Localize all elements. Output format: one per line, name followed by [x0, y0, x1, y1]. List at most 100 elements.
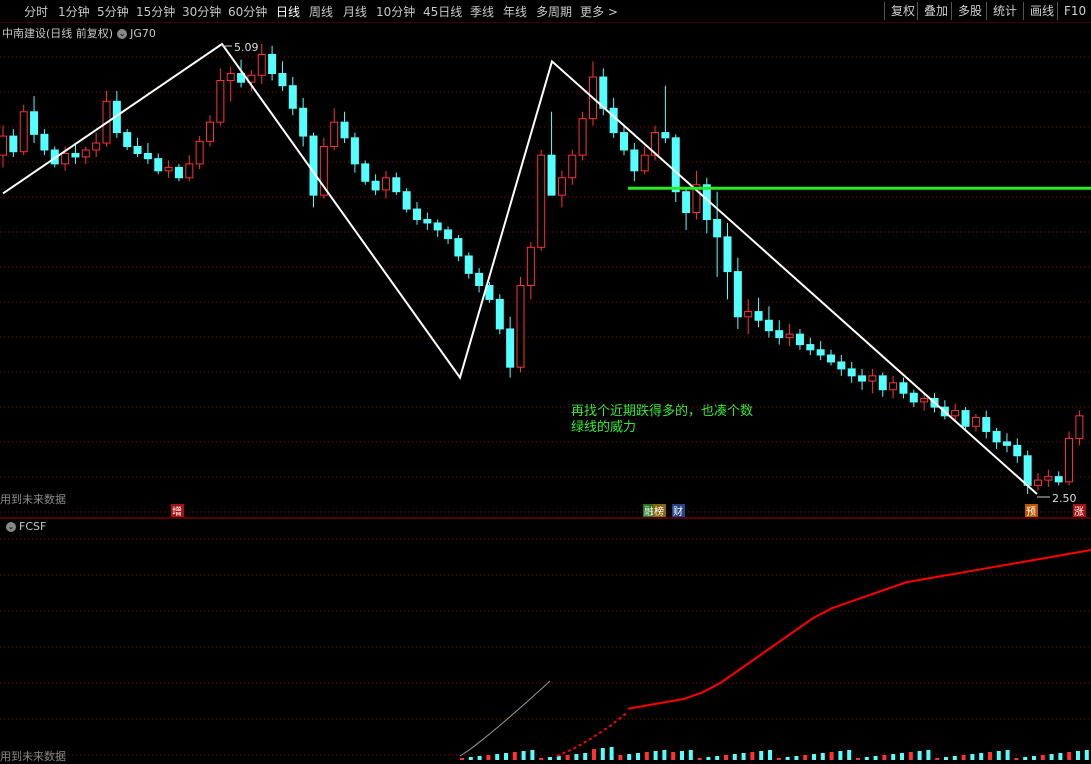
candle-body[interactable]	[1034, 479, 1042, 486]
candle-body[interactable]	[858, 375, 867, 382]
candle-body[interactable]	[81, 149, 90, 158]
candle-body[interactable]	[330, 121, 339, 148]
candle-body[interactable]	[423, 218, 432, 224]
candle-body[interactable]	[288, 85, 297, 109]
candle-body[interactable]	[174, 166, 183, 179]
candle-body[interactable]	[878, 375, 887, 391]
candle-body[interactable]	[9, 135, 18, 153]
candle-body[interactable]	[537, 154, 546, 248]
candle-body[interactable]	[464, 255, 473, 274]
candle-body[interactable]	[516, 285, 525, 368]
candle-body[interactable]	[1054, 476, 1063, 483]
candle-body[interactable]	[71, 152, 80, 158]
candle-body[interactable]	[526, 246, 535, 287]
candle-body[interactable]	[568, 154, 577, 179]
candle-body[interactable]	[982, 417, 991, 432]
candle-body[interactable]	[713, 218, 722, 238]
candle-body[interactable]	[1002, 441, 1011, 446]
candlestick-chart[interactable]: 5.09 2.50 增 融榜财 预 涨	[0, 0, 1091, 761]
candle-body[interactable]	[299, 107, 308, 137]
candle-body[interactable]	[402, 191, 411, 210]
candle-body[interactable]	[185, 163, 194, 179]
candle-body[interactable]	[226, 73, 235, 81]
candle-body[interactable]	[143, 152, 152, 160]
candle-body[interactable]	[806, 344, 815, 351]
candle-body[interactable]	[951, 410, 960, 417]
candle-body[interactable]	[775, 330, 784, 339]
candle-body[interactable]	[671, 137, 680, 193]
candle-body[interactable]	[723, 236, 732, 273]
candle-body[interactable]	[992, 430, 1001, 443]
candle-body[interactable]	[392, 177, 401, 193]
candle-body[interactable]	[413, 208, 421, 220]
candle-body[interactable]	[506, 328, 515, 368]
candle-body[interactable]	[868, 375, 877, 382]
candle-body[interactable]	[578, 118, 587, 156]
candle-body[interactable]	[1044, 476, 1053, 481]
candle-body[interactable]	[547, 154, 556, 196]
candle-body[interactable]	[733, 271, 742, 318]
candle-body[interactable]	[371, 180, 380, 191]
candle-body[interactable]	[795, 333, 804, 346]
candle-body[interactable]	[909, 392, 918, 403]
candle-body[interactable]	[340, 121, 349, 139]
candle-body[interactable]	[30, 111, 39, 135]
candle-body[interactable]	[630, 149, 639, 172]
candle-body[interactable]	[889, 382, 898, 391]
candle-body[interactable]	[164, 166, 173, 172]
event-marker-4[interactable]: 预	[1026, 506, 1036, 518]
candle-body[interactable]	[475, 272, 484, 287]
candle-body[interactable]	[609, 107, 618, 134]
candle-body[interactable]	[350, 137, 359, 165]
candle-body[interactable]	[61, 152, 70, 165]
candle-body[interactable]	[785, 333, 794, 339]
candle-body[interactable]	[195, 140, 204, 165]
candle-body[interactable]	[216, 79, 225, 123]
candle-body[interactable]	[971, 417, 980, 427]
event-marker-0[interactable]: 增	[172, 505, 182, 518]
candle-body[interactable]	[309, 135, 318, 196]
candle-body[interactable]	[754, 311, 763, 321]
candle-body[interactable]	[847, 368, 856, 377]
candle-body[interactable]	[40, 133, 49, 151]
candle-body[interactable]	[454, 238, 463, 257]
candle-body[interactable]	[1065, 437, 1074, 483]
candle-body[interactable]	[827, 354, 835, 363]
candle-body[interactable]	[961, 410, 970, 427]
candle-body[interactable]	[661, 132, 670, 139]
candle-body[interactable]	[920, 397, 929, 403]
candle-body[interactable]	[1013, 444, 1022, 457]
candle-body[interactable]	[1075, 415, 1084, 439]
candle-body[interactable]	[19, 111, 28, 153]
candle-body[interactable]	[361, 163, 370, 182]
candle-body[interactable]	[764, 319, 773, 332]
event-marker-2[interactable]: 榜	[654, 505, 664, 518]
candle-body[interactable]	[640, 154, 649, 172]
candle-body[interactable]	[92, 142, 101, 151]
candle-body[interactable]	[444, 229, 453, 240]
candle-body[interactable]	[123, 132, 132, 148]
candle-body[interactable]	[620, 132, 628, 151]
event-marker-3[interactable]: 财	[673, 505, 683, 518]
candle-body[interactable]	[1023, 455, 1032, 486]
fcsf-volume-bar	[609, 747, 614, 760]
candle-body[interactable]	[268, 53, 277, 75]
candle-body[interactable]	[257, 53, 266, 76]
candle-body[interactable]	[495, 298, 504, 330]
candle-body[interactable]	[278, 73, 287, 87]
candle-body[interactable]	[837, 361, 846, 370]
candle-body[interactable]	[557, 177, 566, 196]
event-marker-5[interactable]: 涨	[1074, 506, 1084, 518]
candle-body[interactable]	[744, 311, 753, 318]
candle-body[interactable]	[816, 349, 825, 356]
candle-body[interactable]	[682, 191, 691, 214]
candle-body[interactable]	[0, 135, 7, 156]
candle-body[interactable]	[381, 177, 390, 191]
candle-body[interactable]	[133, 146, 142, 154]
candle-body[interactable]	[433, 222, 442, 231]
candle-body[interactable]	[154, 158, 163, 172]
candle-body[interactable]	[599, 76, 608, 109]
candle-body[interactable]	[206, 121, 214, 142]
candle-body[interactable]	[899, 382, 908, 394]
event-marker-1[interactable]: 融	[644, 506, 654, 518]
